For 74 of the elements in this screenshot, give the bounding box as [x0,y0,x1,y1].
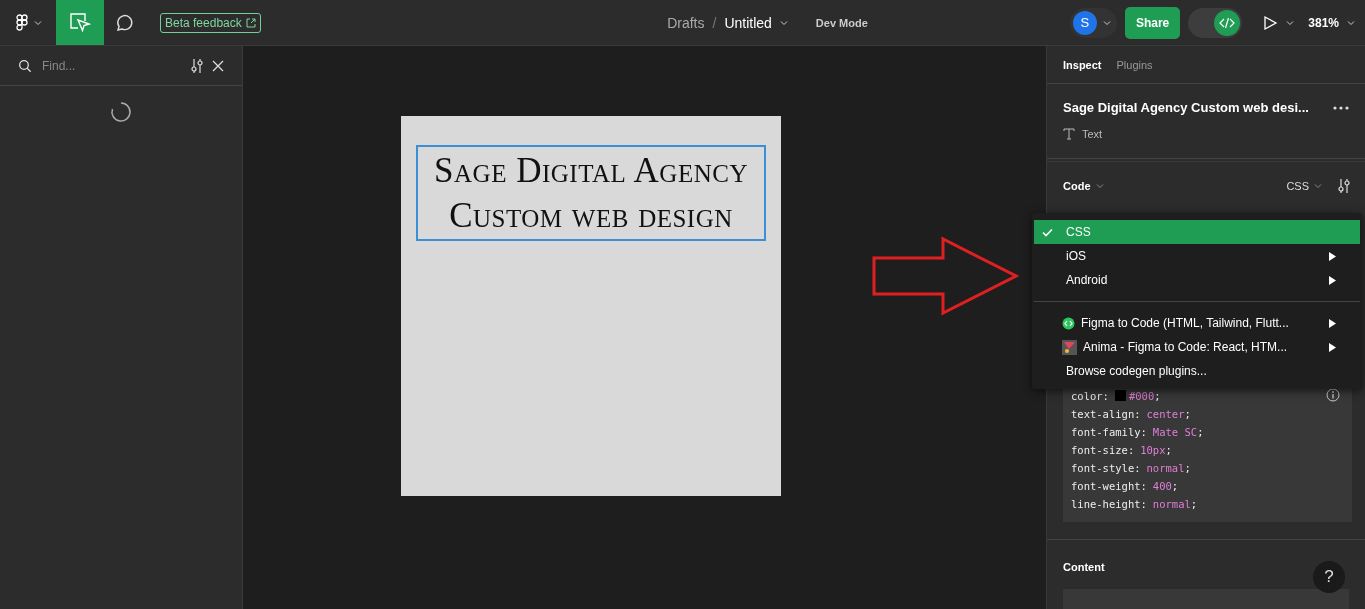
content-section-title: Content [1063,561,1105,573]
css-value: #000 [1128,389,1155,404]
css-property: font-style: [1071,461,1141,476]
css-value: 400 [1152,479,1172,494]
css-property: font-family: [1071,425,1147,440]
external-link-icon [245,17,256,28]
semicolon: ; [1184,407,1191,422]
semicolon: ; [1165,443,1172,458]
figma-logo-icon [16,13,28,32]
css-property: color: [1071,389,1109,404]
css-property: font-weight: [1071,479,1147,494]
css-property: font-size: [1071,443,1135,458]
css-property: line-height: [1071,497,1147,512]
plugin-icon [1062,339,1077,355]
zoom-level[interactable]: 381% [1308,15,1339,30]
css-value: center [1146,407,1185,422]
avatar-menu[interactable]: S [1069,7,1117,38]
loading-spinner-icon [110,101,132,123]
language-selector[interactable]: CSS [1286,179,1309,192]
text-type-icon [1063,128,1075,141]
close-icon[interactable] [212,59,224,72]
search-field[interactable]: Find... [40,57,182,74]
menu-item[interactable]: Anima - Figma to Code: React, HTM... [1034,335,1360,359]
chevron-down-icon[interactable] [1347,19,1355,26]
code-toggle-knob-icon [1214,9,1241,36]
submenu-arrow-icon [1329,251,1336,261]
css-value: normal [1152,497,1191,512]
submenu-arrow-icon [1329,318,1336,328]
comment-icon[interactable] [114,12,134,33]
css-value: Mate SC [1152,425,1198,440]
cursor-frame-icon [69,11,91,34]
chevron-down-icon [34,19,42,26]
settings-sliders-icon[interactable] [1337,177,1351,194]
filter-sliders-icon[interactable] [190,57,204,74]
frame-text-line: Sage Digital Agency [433,150,749,192]
semicolon: ; [1154,389,1161,404]
semicolon: ; [1171,479,1179,494]
semicolon: ; [1197,425,1204,440]
more-options-icon[interactable] [1333,105,1349,110]
css-property: text-align: [1071,407,1141,422]
info-icon[interactable] [1326,388,1340,402]
menu-item[interactable]: Figma to Code (HTML, Tailwind, Flutt... [1034,311,1360,335]
breadcrumb-separator: / [712,14,717,31]
play-icon[interactable] [1262,14,1279,31]
chevron-down-icon[interactable] [779,19,788,26]
submenu-arrow-icon [1329,342,1336,352]
chevron-down-icon[interactable] [1286,19,1295,26]
breadcrumb-folder[interactable]: Drafts [667,14,705,31]
layer-name: Sage Digital Agency Custom web desi... [1063,100,1309,116]
chevron-down-icon [1102,19,1111,26]
checkmark-icon [1042,227,1053,237]
mode-label: Dev Mode [815,16,868,29]
semicolon: ; [1184,461,1191,476]
plugin-icon [1062,316,1075,330]
css-value: normal [1146,461,1185,476]
frame-text-line: Custom web design [448,195,734,237]
panel-tab[interactable]: Plugins [1116,58,1153,71]
help-button[interactable]: ? [1313,561,1345,593]
submenu-arrow-icon [1329,275,1336,285]
menu-item[interactable]: Browse codegen plugins... [1034,359,1360,383]
menu-item[interactable]: iOS [1034,244,1360,268]
color-swatch [1114,390,1126,402]
menu-item[interactable]: Android [1034,268,1360,292]
layer-type: Text [1082,128,1103,141]
code-section-title[interactable]: Code [1063,179,1091,192]
search-icon [18,58,32,73]
file-name[interactable]: Untitled [724,14,772,31]
avatar: S [1072,10,1097,35]
dev-mode-toggle[interactable] [1188,7,1243,38]
panel-tab[interactable]: Inspect [1063,58,1102,71]
semicolon: ; [1190,497,1198,512]
selected-text-layer[interactable]: Sage Digital Agency Custom web design [416,145,766,241]
beta-feedback-link[interactable]: Beta feedback [160,12,261,33]
css-value: 10px [1140,443,1166,458]
